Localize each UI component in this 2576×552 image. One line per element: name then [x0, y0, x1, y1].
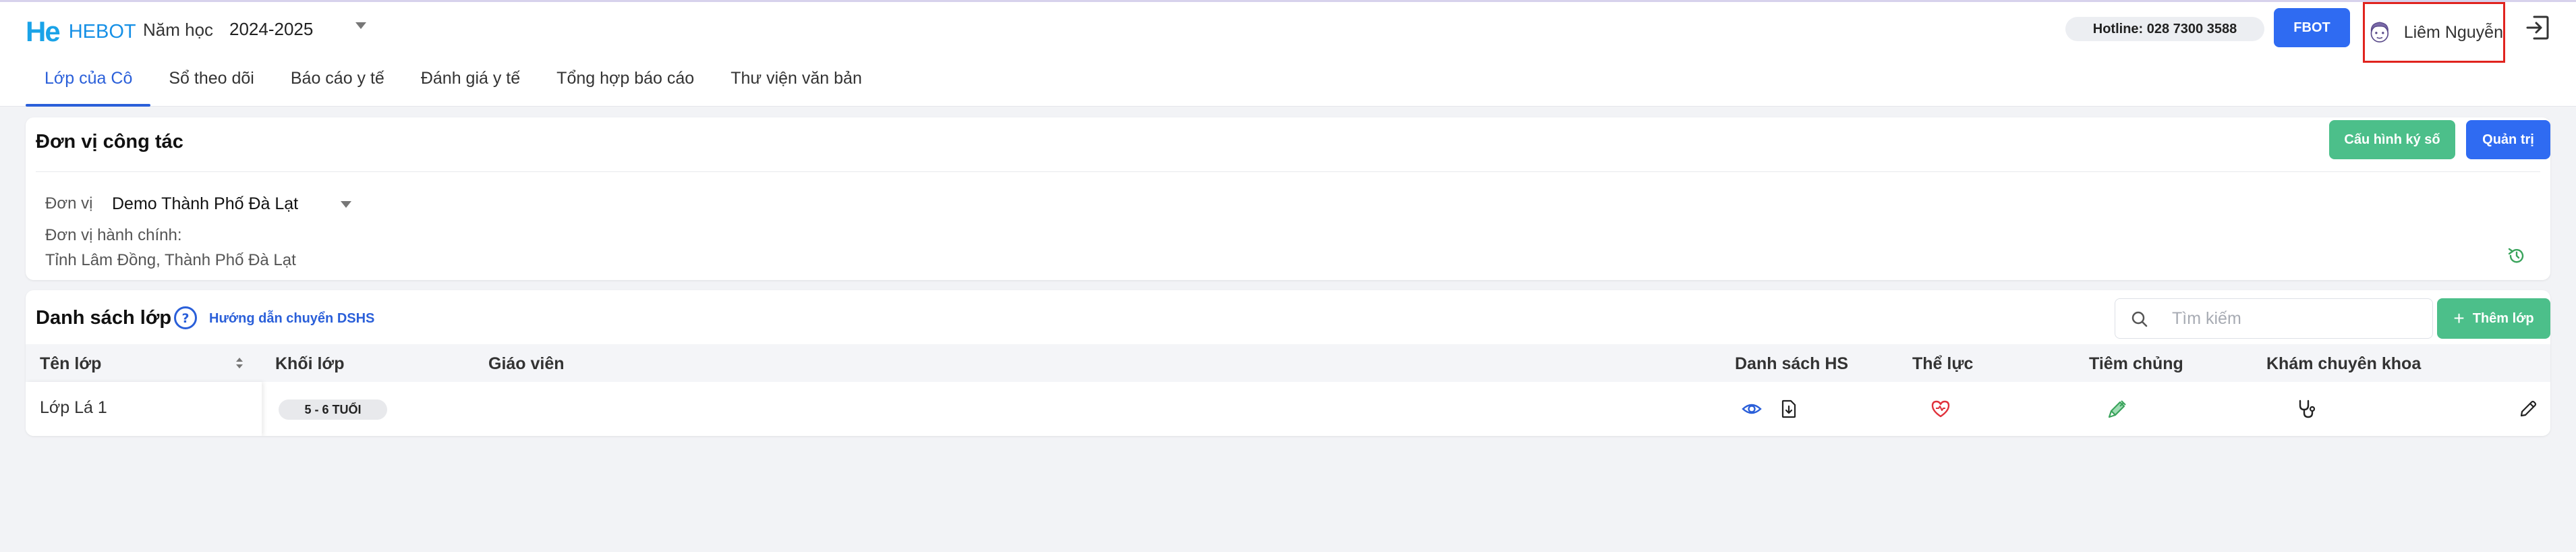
sort-icon[interactable] [234, 355, 245, 371]
school-year-select[interactable]: 2024-2025 [229, 14, 374, 44]
column-student-list: Danh sách HS [1735, 354, 1849, 373]
stethoscope-icon[interactable] [2296, 398, 2318, 420]
edit-icon[interactable] [2517, 398, 2539, 420]
class-name-cell: Lớp Lá 1 [26, 382, 262, 436]
column-grade: Khối lớp [275, 354, 345, 373]
fbot-button[interactable]: FBOT [2274, 8, 2350, 47]
main-tabs: Lớp của Cô Sổ theo dõi Báo cáo y tế Đánh… [26, 63, 880, 107]
svg-text:?: ? [181, 311, 189, 326]
add-class-label: Thêm lớp [2472, 310, 2534, 326]
school-year-label: Năm học [143, 20, 214, 40]
plus-icon: + [2453, 308, 2465, 329]
class-list-card: Danh sách lớp ? Hướng dẫn chuyển DSHS + … [26, 290, 2550, 436]
admin-unit-value: Tỉnh Lâm Đồng, Thành Phố Đà Lạt [45, 251, 296, 269]
app-header: He HEBOT Năm học 2024-2025 Hotline: 028 … [0, 2, 2576, 107]
unit-label: Đơn vị [45, 194, 93, 213]
table-header: Tên lớp Khối lớp Giáo viên Danh sách HS … [26, 344, 2550, 382]
tab-danh-gia-y-te[interactable]: Đánh giá y tế [403, 63, 538, 107]
app-name: HEBOT [68, 20, 136, 43]
app-logo[interactable]: He HEBOT [26, 16, 136, 48]
user-menu[interactable]: Liêm Nguyễn [2363, 2, 2505, 63]
column-fitness: Thể lực [1912, 354, 1974, 373]
admin-button[interactable]: Quản trị [2466, 120, 2550, 159]
class-name: Lớp Lá 1 [40, 398, 107, 417]
add-class-button[interactable]: + Thêm lớp [2437, 298, 2550, 339]
unit-value: Demo Thành Phố Đà Lạt [112, 194, 299, 213]
search-input[interactable] [2172, 304, 2422, 333]
eye-icon[interactable] [1741, 398, 1763, 420]
unit-card-title: Đơn vị công tác [36, 131, 183, 153]
logout-icon[interactable] [2525, 14, 2550, 41]
tab-lop-cua-co[interactable]: Lớp của Cô [26, 63, 151, 107]
tab-tong-hop-bao-cao[interactable]: Tổng hợp báo cáo [538, 63, 712, 107]
heart-pulse-icon[interactable] [1930, 398, 1951, 420]
export-file-icon[interactable] [1778, 398, 1800, 420]
admin-unit-label: Đơn vị hành chính: [45, 226, 182, 244]
grade-badge: 5 - 6 TUỔI [279, 399, 387, 420]
user-name: Liêm Nguyễn [2403, 22, 2503, 42]
unit-card: Đơn vị công tác Cấu hình ký số Quản trị … [26, 117, 2550, 280]
history-icon[interactable] [2507, 246, 2527, 266]
search-icon [2131, 311, 2148, 327]
logo-mark: He [26, 16, 61, 47]
column-teacher: Giáo viên [488, 354, 565, 373]
chevron-down-icon [355, 22, 366, 29]
chevron-down-icon [341, 201, 351, 208]
divider [36, 171, 2540, 172]
unit-select[interactable]: Demo Thành Phố Đà Lạt [112, 189, 351, 219]
column-class-name: Tên lớp [40, 354, 102, 373]
search-box [2115, 298, 2433, 339]
syringe-icon[interactable] [2107, 398, 2128, 420]
table-row: Lớp Lá 1 5 - 6 TUỔI [26, 382, 2550, 436]
column-vaccination: Tiêm chủng [2089, 354, 2183, 373]
tab-so-theo-doi[interactable]: Sổ theo dõi [150, 63, 273, 107]
help-icon[interactable]: ? [173, 305, 198, 331]
hotline-badge: Hotline: 028 7300 3588 [2065, 17, 2264, 41]
column-specialist-exam: Khám chuyên khoa [2266, 354, 2422, 373]
school-year-value: 2024-2025 [229, 18, 314, 39]
tab-thu-vien-van-ban[interactable]: Thư viện văn bản [712, 63, 880, 107]
avatar-icon [2370, 22, 2389, 43]
tab-bao-cao-y-te[interactable]: Báo cáo y tế [273, 63, 403, 107]
transfer-guide-link[interactable]: Hướng dẫn chuyển DSHS [209, 311, 374, 327]
digital-signature-config-button[interactable]: Cấu hình ký số [2329, 120, 2455, 159]
class-list-title: Danh sách lớp [36, 307, 172, 329]
